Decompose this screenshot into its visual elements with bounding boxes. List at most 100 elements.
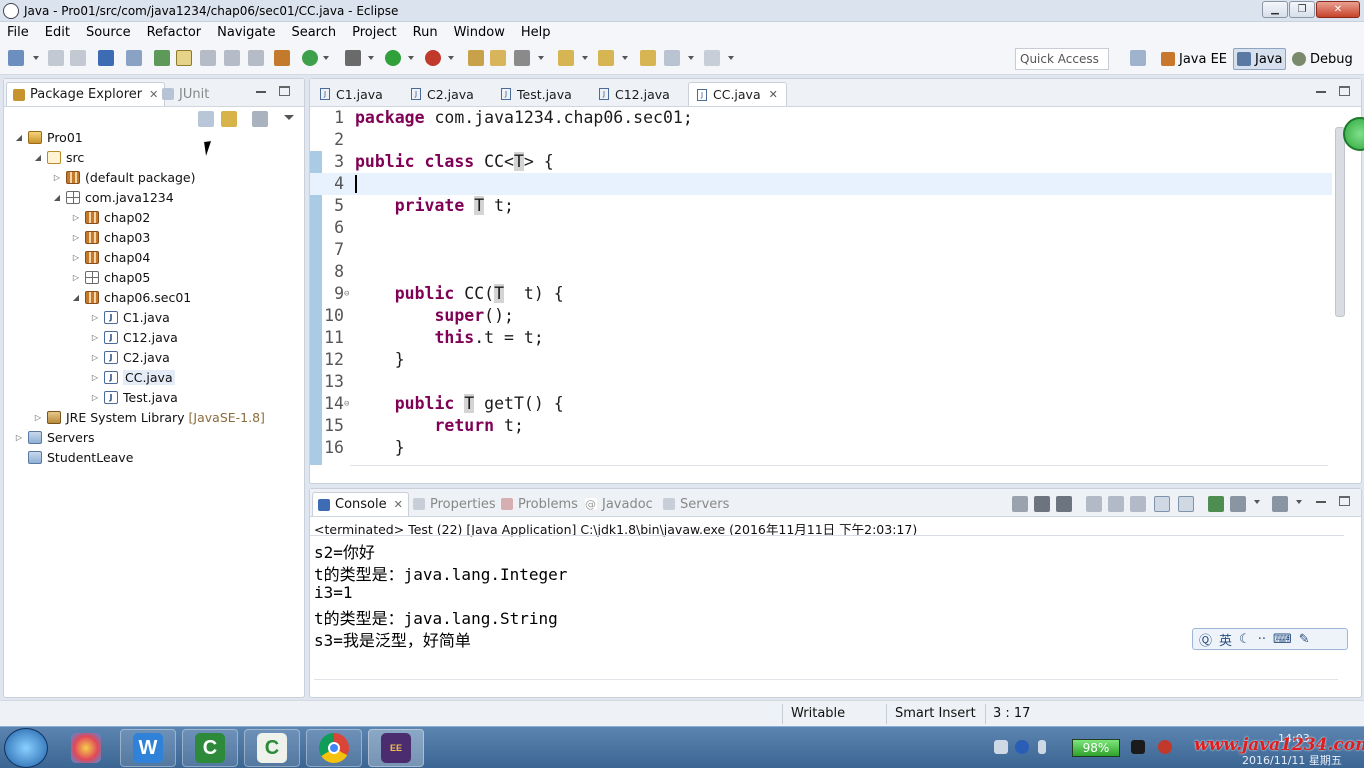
refresh-dropdown-icon[interactable] <box>323 56 329 60</box>
minimize-console-icon[interactable] <box>1316 501 1326 503</box>
collapse-arrow-icon[interactable]: ◢ <box>71 293 81 302</box>
code-line[interactable]: 3 public class CC<T> { <box>310 151 1332 173</box>
code-line[interactable]: 7 <box>310 239 1332 261</box>
menu-edit[interactable]: Edit <box>41 25 74 40</box>
debug-dropdown-icon[interactable] <box>368 56 374 60</box>
maximize-editor-icon[interactable] <box>1339 86 1350 96</box>
tab-javadoc[interactable]: @ Javadoc <box>580 492 658 516</box>
new-server-icon[interactable] <box>274 50 290 66</box>
tab-problems[interactable]: Problems <box>496 492 583 516</box>
next-annotation-icon[interactable] <box>558 50 574 66</box>
remove-all-terminated-icon[interactable] <box>1056 496 1072 512</box>
tray-alert-icon[interactable] <box>1158 740 1172 754</box>
tab-console[interactable]: Console ✕ <box>312 492 409 516</box>
tree-item[interactable]: ◢ com.java1234 <box>52 188 174 207</box>
word-wrap-icon[interactable] <box>224 50 240 66</box>
battery-indicator[interactable]: 98% <box>1072 739 1120 757</box>
taskbar-app-camtasia-studio[interactable]: C <box>244 729 300 767</box>
link-with-editor-icon[interactable] <box>221 111 237 127</box>
code-line[interactable]: 11 this.t = t; <box>310 327 1332 349</box>
close-tab-icon[interactable]: ✕ <box>394 498 403 511</box>
tab-servers[interactable]: Servers <box>658 492 734 516</box>
search-dropdown-icon[interactable] <box>538 56 544 60</box>
code-line[interactable]: 14 ⊖ public T getT() { <box>310 393 1332 415</box>
view-menu-icon[interactable] <box>284 115 294 120</box>
start-button[interactable] <box>4 728 48 768</box>
editor-horizontal-scrollbar[interactable] <box>350 465 1328 479</box>
refresh-icon[interactable] <box>302 50 318 66</box>
menu-refactor[interactable]: Refactor <box>143 25 206 40</box>
open-console-arrow-icon[interactable] <box>1296 500 1302 504</box>
previous-annotation-icon[interactable] <box>598 50 614 66</box>
expand-arrow-icon[interactable]: ▷ <box>71 233 81 242</box>
expand-arrow-icon[interactable]: ▷ <box>33 413 43 422</box>
open-console-dropdown-icon[interactable] <box>1272 496 1288 512</box>
taskbar-app-chrome[interactable] <box>306 729 362 767</box>
editor-tab-c2[interactable]: J C2.java <box>403 82 482 106</box>
ime-language-toggle[interactable]: 英 <box>1219 630 1232 649</box>
tray-network-icon[interactable] <box>1038 740 1046 754</box>
expand-arrow-icon[interactable]: ▷ <box>90 313 100 322</box>
back-dropdown-icon[interactable] <box>688 56 694 60</box>
tree-item[interactable]: ◢ chap06.sec01 <box>71 288 191 307</box>
word-wrap-console-icon[interactable] <box>1130 496 1146 512</box>
tree-item[interactable]: ▷ J C1.java <box>90 308 170 327</box>
menu-navigate[interactable]: Navigate <box>213 25 279 40</box>
code-line[interactable]: 12 } <box>310 349 1332 371</box>
maximize-view-icon[interactable] <box>279 86 290 96</box>
ime-settings-icon[interactable]: ✎ <box>1299 632 1310 647</box>
show-console-on-stdout-icon[interactable] <box>1154 496 1170 512</box>
remove-launch-icon[interactable] <box>1034 496 1050 512</box>
tray-screen-icon[interactable] <box>994 740 1008 754</box>
editor-tab-test[interactable]: J Test.java <box>493 82 580 106</box>
run-dropdown-icon[interactable] <box>408 56 414 60</box>
clear-console-icon[interactable] <box>1086 496 1102 512</box>
new-icon[interactable] <box>8 50 24 66</box>
tree-item[interactable]: ▷ J C12.java <box>90 328 178 347</box>
run-icon[interactable] <box>385 50 401 66</box>
display-selected-console-icon[interactable] <box>1230 496 1246 512</box>
expand-arrow-icon[interactable]: ▷ <box>52 173 62 182</box>
collapse-arrow-icon[interactable]: ◢ <box>52 193 62 202</box>
open-type-icon[interactable] <box>468 50 484 66</box>
collapse-arrow-icon[interactable]: ◢ <box>14 133 24 142</box>
tree-item[interactable]: ◢ Pro01 <box>14 128 83 147</box>
close-tab-icon[interactable]: ✕ <box>769 88 778 101</box>
maximize-console-icon[interactable] <box>1339 496 1350 506</box>
menu-source[interactable]: Source <box>82 25 135 40</box>
code-line[interactable]: 4 <box>310 173 1332 195</box>
minimize-editor-icon[interactable] <box>1316 91 1326 93</box>
collapse-arrow-icon[interactable]: ◢ <box>33 153 43 162</box>
tree-item[interactable]: ◢ src <box>33 148 84 167</box>
code-line[interactable]: 13 <box>310 371 1332 393</box>
open-task-icon[interactable] <box>490 50 506 66</box>
back-arrow-icon[interactable] <box>664 50 680 66</box>
tree-item[interactable]: ▷ chap02 <box>71 208 150 227</box>
taskbar-app-wps[interactable]: W <box>120 729 176 767</box>
scroll-lock-icon[interactable] <box>1108 496 1124 512</box>
expand-arrow-icon[interactable]: ▷ <box>90 373 100 382</box>
external-tools-icon[interactable] <box>425 50 441 66</box>
editor-tab-c1[interactable]: J C1.java <box>312 82 391 106</box>
menu-project[interactable]: Project <box>348 25 400 40</box>
tree-item[interactable]: ▷ J CC.java <box>90 368 175 387</box>
debug-icon[interactable] <box>345 50 361 66</box>
new-java-package-icon[interactable] <box>154 50 170 66</box>
expand-arrow-icon[interactable]: ▷ <box>90 353 100 362</box>
collapse-all-icon[interactable] <box>198 111 214 127</box>
expand-arrow-icon[interactable]: ▷ <box>71 213 81 222</box>
tab-package-explorer[interactable]: Package Explorer ✕ <box>6 82 166 106</box>
forward-dropdown-icon[interactable] <box>728 56 734 60</box>
perspective-debug[interactable]: Debug <box>1289 48 1356 70</box>
new-dropdown-icon[interactable] <box>33 56 39 60</box>
menu-search[interactable]: Search <box>287 25 340 40</box>
external-tools-dropdown-icon[interactable] <box>448 56 454 60</box>
menu-run[interactable]: Run <box>409 25 442 40</box>
tray-clock-date[interactable]: 2016/11/11 星期五 <box>1242 752 1342 768</box>
expand-arrow-icon[interactable]: ▷ <box>71 273 81 282</box>
fold-toggle-icon[interactable]: ⊖ <box>344 283 349 305</box>
editor-vertical-scrollbar-thumb[interactable] <box>1335 127 1345 317</box>
next-annotation-dropdown-icon[interactable] <box>582 56 588 60</box>
power-plug-icon[interactable] <box>1131 740 1145 754</box>
code-area[interactable]: 1 package com.java1234.chap06.sec01; 2 3 pub… <box>310 107 1332 463</box>
